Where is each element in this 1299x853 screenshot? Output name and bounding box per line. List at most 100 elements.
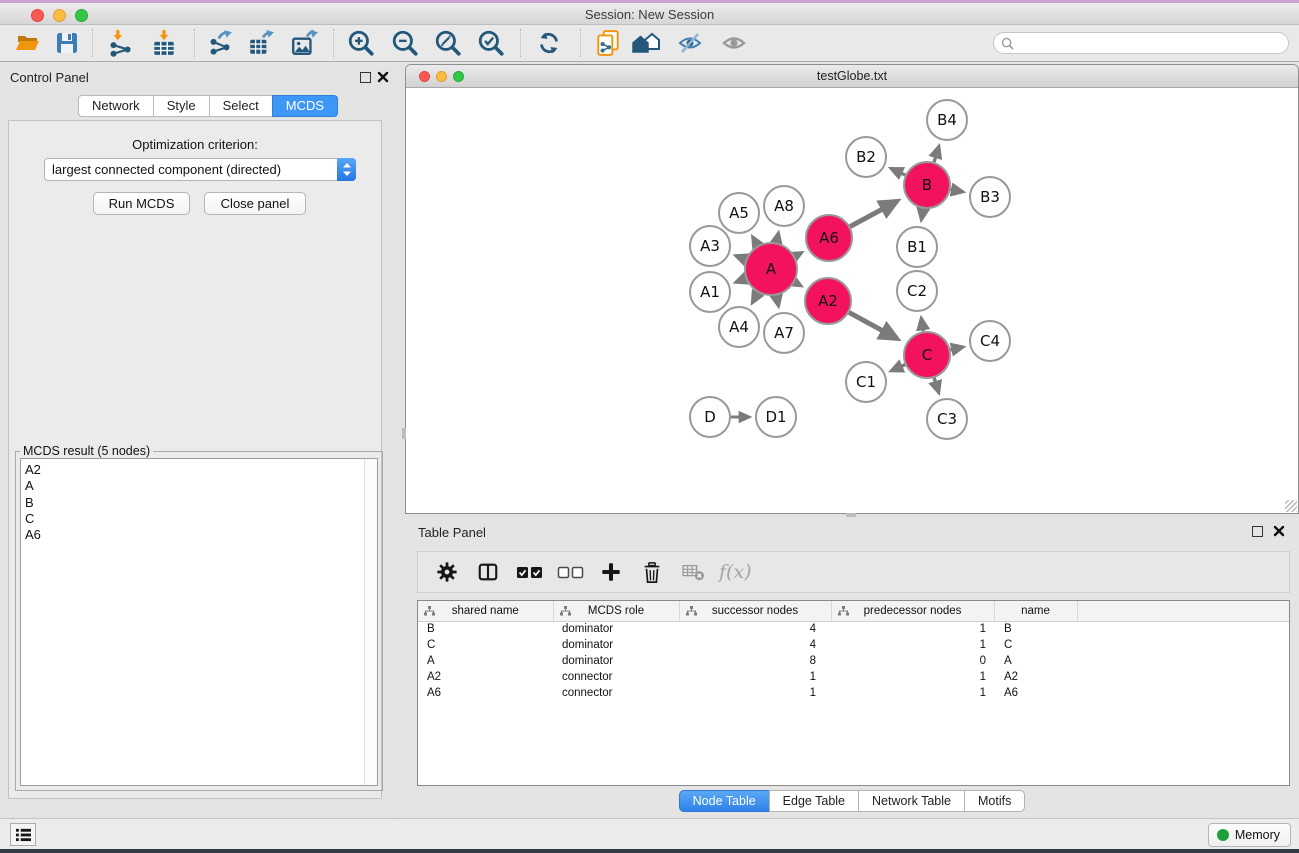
graph-edge-B-B4[interactable]: [934, 146, 939, 162]
table-cell[interactable]: connector: [553, 685, 679, 701]
table-cell[interactable]: 1: [831, 621, 994, 637]
hide-all-columns-button[interactable]: [553, 557, 587, 587]
graph-edge-C-C2[interactable]: [921, 318, 923, 331]
table-cell[interactable]: dominator: [553, 637, 679, 653]
table-cell[interactable]: A2: [994, 669, 1077, 685]
graph-edge-A-A5[interactable]: [753, 237, 758, 246]
import-network-button[interactable]: [102, 27, 138, 59]
network-window-titlebar[interactable]: testGlobe.txt: [406, 65, 1298, 88]
graph-edge-A-A6[interactable]: [795, 253, 802, 256]
mcds-result-item[interactable]: A6: [25, 527, 364, 543]
graph-edge-A2-C[interactable]: [849, 312, 897, 338]
delete-table-button[interactable]: [676, 557, 710, 587]
run-mcds-button[interactable]: Run MCDS: [93, 192, 190, 215]
split-table-view-button[interactable]: [471, 557, 505, 587]
close-panel-icon[interactable]: [1273, 525, 1285, 537]
new-network-from-selection-button[interactable]: [590, 27, 626, 59]
tab-node-table[interactable]: Node Table: [679, 790, 770, 812]
graph-edge-A6-B[interactable]: [850, 201, 897, 226]
tab-edge-table[interactable]: Edge Table: [769, 790, 859, 812]
tab-network-table[interactable]: Network Table: [858, 790, 965, 812]
zoom-selected-button[interactable]: [473, 27, 509, 59]
table-row[interactable]: A2connector11A2: [418, 669, 1289, 685]
float-panel-icon[interactable]: [1252, 526, 1263, 537]
table-cell[interactable]: C: [418, 637, 553, 653]
mcds-result-list[interactable]: A2ABCA6: [20, 458, 378, 786]
table-cell[interactable]: C: [994, 637, 1077, 653]
table-settings-button[interactable]: [430, 557, 464, 587]
search-field[interactable]: [993, 32, 1289, 54]
table-cell[interactable]: 1: [831, 669, 994, 685]
column-header-mcds-role[interactable]: MCDS role: [553, 601, 679, 621]
float-panel-icon[interactable]: [360, 72, 371, 83]
table-cell[interactable]: A: [994, 653, 1077, 669]
mcds-result-item[interactable]: A2: [25, 462, 364, 478]
table-cell[interactable]: connector: [553, 669, 679, 685]
search-input[interactable]: [1019, 36, 1288, 50]
table-cell[interactable]: B: [994, 621, 1077, 637]
save-session-button[interactable]: [49, 27, 85, 59]
table-row[interactable]: Cdominator41C: [418, 637, 1289, 653]
graph-edge-A-A1[interactable]: [736, 279, 746, 283]
graph-edge-C-C3[interactable]: [934, 378, 939, 393]
export-network-button[interactable]: [202, 27, 238, 59]
graph-edge-A-A4[interactable]: [752, 293, 758, 303]
table-row[interactable]: Bdominator41B: [418, 621, 1289, 637]
table-cell[interactable]: 0: [831, 653, 994, 669]
column-header-successor-nodes[interactable]: successor nodes: [679, 601, 831, 621]
network-view-window[interactable]: testGlobe.txt AA6A2BCB4B2B3A8A5A3B1C2A1A…: [405, 64, 1299, 514]
function-builder-button[interactable]: f(x): [719, 561, 752, 583]
graph-edge-A-A7[interactable]: [776, 295, 778, 306]
table-row[interactable]: A6connector11A6: [418, 685, 1289, 701]
tab-network[interactable]: Network: [78, 95, 154, 117]
open-session-button[interactable]: [10, 27, 46, 59]
memory-button[interactable]: Memory: [1208, 823, 1291, 847]
delete-columns-button[interactable]: [635, 557, 669, 587]
table-cell[interactable]: A2: [418, 669, 553, 685]
table-cell[interactable]: dominator: [553, 653, 679, 669]
graph-edge-C-C4[interactable]: [950, 347, 963, 350]
table-cell[interactable]: 8: [679, 653, 831, 669]
table-cell[interactable]: 1: [679, 669, 831, 685]
optimization-criterion-dropdown[interactable]: largest connected component (directed): [44, 158, 356, 181]
export-table-button[interactable]: [243, 27, 279, 59]
table-cell[interactable]: 1: [831, 637, 994, 653]
import-table-button[interactable]: [146, 27, 182, 59]
column-header-predecessor-nodes[interactable]: predecessor nodes: [831, 601, 994, 621]
refresh-button[interactable]: [531, 27, 567, 59]
zoom-fit-button[interactable]: [430, 27, 466, 59]
show-task-history-button[interactable]: [10, 823, 36, 846]
table-cell[interactable]: A6: [418, 685, 553, 701]
mcds-result-item[interactable]: C: [25, 511, 364, 527]
dropdown-stepper[interactable]: [337, 158, 356, 181]
vertical-splitter-handle[interactable]: [402, 428, 406, 439]
mcds-result-item[interactable]: B: [25, 495, 364, 511]
table-row[interactable]: Adominator80A: [418, 653, 1289, 669]
table-header-row[interactable]: shared name MCDS role successor nodes: [418, 601, 1289, 621]
close-panel-icon[interactable]: [377, 71, 389, 83]
table-cell[interactable]: 1: [831, 685, 994, 701]
tab-motifs[interactable]: Motifs: [964, 790, 1025, 812]
mcds-result-item[interactable]: A: [25, 478, 364, 494]
first-neighbors-button[interactable]: [628, 27, 664, 59]
export-image-button[interactable]: [286, 27, 322, 59]
tab-mcds[interactable]: MCDS: [272, 95, 338, 117]
zoom-in-button[interactable]: [343, 27, 379, 59]
graph-edge-C-C1[interactable]: [891, 365, 905, 371]
column-header-shared-name[interactable]: shared name: [418, 601, 553, 621]
create-new-column-button[interactable]: [594, 557, 628, 587]
table-cell[interactable]: 4: [679, 621, 831, 637]
node-table[interactable]: shared name MCDS role successor nodes: [417, 600, 1290, 786]
show-all-columns-button[interactable]: [512, 557, 546, 587]
table-cell[interactable]: 4: [679, 637, 831, 653]
hide-graphics-details-button[interactable]: [672, 27, 708, 59]
table-cell[interactable]: dominator: [553, 621, 679, 637]
column-header-name[interactable]: name: [994, 601, 1077, 621]
table-cell[interactable]: 1: [679, 685, 831, 701]
network-graph[interactable]: AA6A2BCB4B2B3A8A5A3B1C2A1A4A7C4C1DD1C3: [406, 88, 1298, 513]
graph-edge-B-B3[interactable]: [951, 189, 963, 191]
graph-edge-A-A3[interactable]: [736, 256, 746, 260]
show-graphics-details-button[interactable]: [716, 27, 752, 59]
graph-edge-A-A2[interactable]: [795, 282, 801, 285]
tab-select[interactable]: Select: [209, 95, 273, 117]
